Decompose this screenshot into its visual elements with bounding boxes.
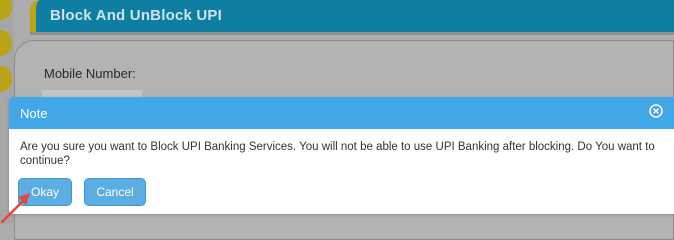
page-title: Block And UnBlock UPI	[50, 7, 222, 24]
okay-button[interactable]: Okay	[18, 178, 72, 206]
left-tab	[0, 0, 12, 20]
dialog-header: Note	[9, 97, 674, 129]
dialog-message: Are you sure you want to Block UPI Banki…	[20, 141, 655, 167]
page-header: Block And UnBlock UPI	[30, 0, 674, 32]
header-shadow	[30, 32, 674, 35]
dialog-title: Note	[20, 106, 48, 121]
left-tab	[0, 30, 12, 56]
left-tab	[0, 66, 12, 92]
mobile-number-label: Mobile Number:	[44, 66, 136, 81]
note-dialog: Note Are you sure you want to Block UPI …	[9, 97, 674, 214]
close-icon[interactable]	[649, 104, 663, 118]
cancel-button[interactable]: Cancel	[84, 178, 146, 206]
